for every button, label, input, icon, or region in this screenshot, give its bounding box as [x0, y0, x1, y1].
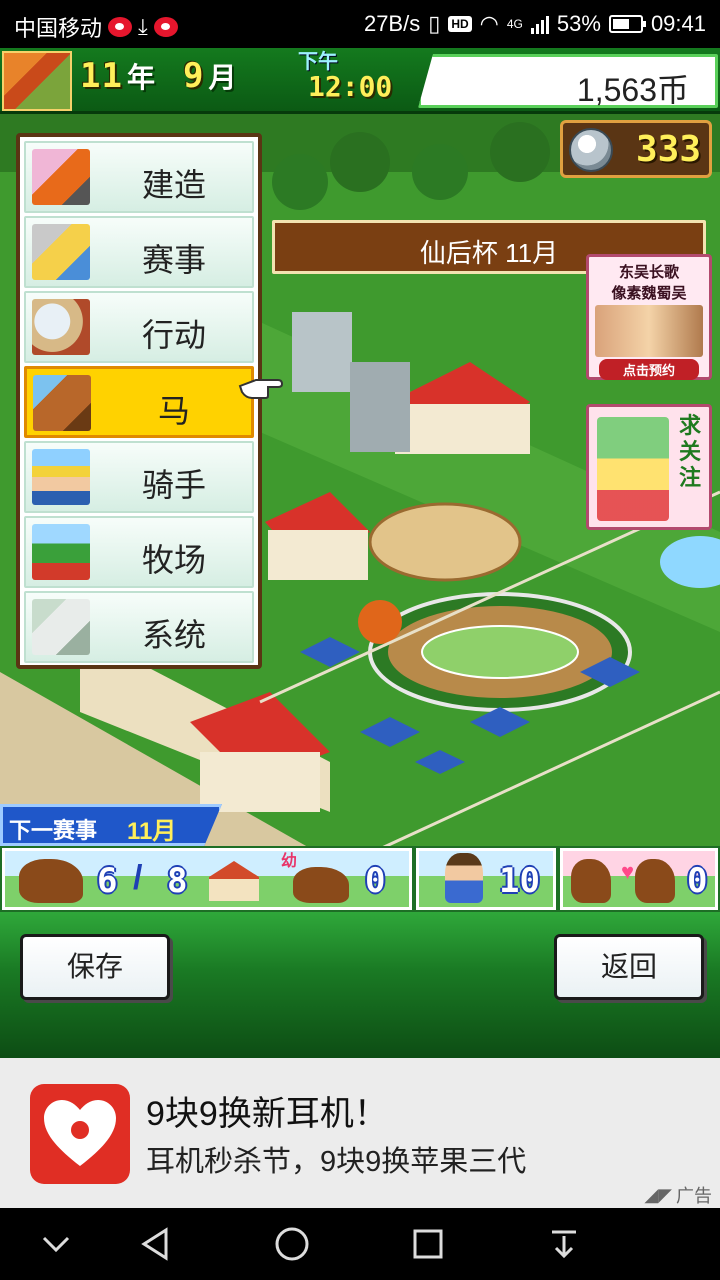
horse-stats[interactable]: 6 / 8 幼 0	[2, 848, 412, 910]
year-unit: 年	[126, 62, 155, 93]
back-button[interactable]: 返回	[554, 934, 704, 1000]
preorder-button[interactable]: 点击预约	[599, 359, 699, 380]
notification-pull-icon[interactable]	[544, 1224, 584, 1264]
side-ad-line2: 像素魏蜀吴	[611, 285, 687, 302]
foal-count: 0	[365, 861, 386, 901]
year-value: 11	[80, 56, 123, 96]
ampm-label: 下午	[298, 51, 338, 73]
carrier-text: 中国移动	[14, 16, 103, 41]
navigation-bar	[0, 1208, 720, 1280]
heart-icon: ♥	[621, 859, 635, 884]
menu-item-label: 系统	[141, 617, 206, 653]
download-icon: ⤓	[138, 14, 148, 39]
hd-icon: HD	[448, 16, 472, 32]
battery-percent: 53%	[556, 11, 601, 36]
next-race-label: 下一赛事	[9, 818, 98, 843]
next-race-tag[interactable]: 下一赛事 11月	[0, 804, 222, 846]
menu-item-label: 牧场	[141, 542, 206, 578]
main-menu: 建造 赛事 行动 马 骑手 牧场 系统	[16, 133, 262, 669]
horse-count: 6	[97, 861, 118, 901]
money-display: 1,563币	[418, 54, 718, 108]
medal-counter[interactable]: 333	[560, 120, 712, 178]
wifi-icon: ◠	[479, 11, 499, 36]
menu-item-label: 马	[157, 393, 190, 429]
menu-item-race[interactable]: 赛事	[24, 216, 254, 288]
stable-icon	[209, 861, 259, 901]
menu-item-label: 骑手	[141, 467, 206, 503]
breeding-count: 0	[687, 861, 708, 901]
battery-icon	[608, 15, 646, 33]
vibrate-icon: ▯	[428, 11, 441, 36]
net-speed: 27B/s	[363, 11, 421, 36]
menu-item-label: 赛事	[141, 242, 206, 278]
status-time: 09:41	[650, 11, 706, 36]
action-icon	[32, 299, 90, 355]
system-icon	[32, 599, 90, 655]
month-value: 9	[182, 56, 205, 96]
staff-count: 10	[499, 861, 540, 901]
menu-item-build[interactable]: 建造	[24, 141, 254, 213]
medal-icon	[569, 128, 613, 172]
ad-tag-text: 广告	[676, 1186, 712, 1206]
mare-icon	[571, 859, 611, 903]
status-bar: 中国移动 ⤓ 27B/s ▯ HD ◠ 4G 53% 09:41	[0, 0, 720, 48]
game-time: 下午 12:00	[298, 52, 392, 102]
ad-label: ◢◤ 广告	[644, 1182, 712, 1208]
ad-banner[interactable]: 9块9换新耳机！ 耳机秒杀节，9块9换苹果三代 ◢◤ 广告	[0, 1058, 720, 1208]
network-type: 4G	[506, 17, 523, 31]
month-unit: 月	[208, 62, 237, 93]
jockey-icon	[32, 449, 90, 505]
menu-item-system[interactable]: 系统	[24, 591, 254, 663]
breeding-stats[interactable]: ♥ 0	[560, 848, 718, 910]
ad-subtitle[interactable]: 耳机秒杀节，9块9换苹果三代	[146, 1138, 526, 1180]
signal-icon	[530, 14, 549, 34]
weibo-icon	[153, 17, 178, 37]
side-ad-follow[interactable]: 求关注	[586, 404, 712, 530]
stable-capacity: 8	[167, 861, 188, 901]
medal-value: 333	[635, 129, 701, 170]
follow-text: 求关注	[678, 413, 701, 490]
side-ad-line1: 东吴长歌	[618, 264, 679, 281]
menu-item-label: 行动	[141, 317, 206, 353]
menu-item-jockey[interactable]: 骑手	[24, 441, 254, 513]
build-icon	[32, 149, 90, 205]
ranch-thumbnail[interactable]	[2, 51, 72, 111]
menu-item-horse[interactable]: 马	[24, 366, 254, 438]
side-ad-game-promo[interactable]: 东吴长歌 像素魏蜀吴 点击预约	[586, 254, 712, 380]
bottom-panel: 保存 返回	[0, 912, 720, 1058]
save-button[interactable]: 保存	[20, 934, 170, 1000]
weibo-icon	[108, 17, 133, 37]
clock-value: 12:00	[308, 70, 393, 103]
ad-brand-icon: ◢◤	[644, 1184, 672, 1205]
collapse-chevron-icon[interactable]	[36, 1224, 76, 1264]
horse-icon	[19, 859, 83, 903]
menu-item-label: 建造	[141, 167, 206, 203]
game-view[interactable]: 11 年 9 月 下午 12:00 1,563币 333 仙后杯 11月 东吴长…	[0, 48, 720, 1058]
back-triangle-icon[interactable]	[136, 1224, 176, 1264]
side-ad-pixel-character	[597, 417, 669, 521]
home-circle-icon[interactable]	[272, 1224, 312, 1264]
staff-icon	[445, 853, 483, 903]
pointer-hand-icon	[238, 379, 284, 399]
menu-item-action[interactable]: 行动	[24, 291, 254, 363]
horse-icon	[33, 375, 91, 431]
foal-icon	[293, 867, 349, 903]
next-race-month: 11月	[127, 818, 177, 845]
slash-divider: /	[133, 859, 143, 897]
recent-apps-icon[interactable]	[408, 1224, 448, 1264]
staff-stats[interactable]: 10	[416, 848, 556, 910]
stats-strip: 6 / 8 幼 0 10 ♥ 0	[0, 846, 720, 912]
pinduoduo-logo-icon[interactable]	[30, 1084, 130, 1184]
top-hud: 11 年 9 月 下午 12:00 1,563币	[0, 48, 720, 114]
foal-label: 幼	[281, 853, 298, 870]
menu-item-ranch[interactable]: 牧场	[24, 516, 254, 588]
ranch-icon	[32, 524, 90, 580]
money-value: 1,563币	[576, 72, 689, 108]
race-icon	[32, 224, 90, 280]
side-ad-characters-image	[595, 305, 703, 357]
stallion-icon	[635, 859, 675, 903]
game-date: 11 年 9 月	[80, 56, 260, 96]
ad-title[interactable]: 9块9换新耳机！	[146, 1086, 388, 1135]
